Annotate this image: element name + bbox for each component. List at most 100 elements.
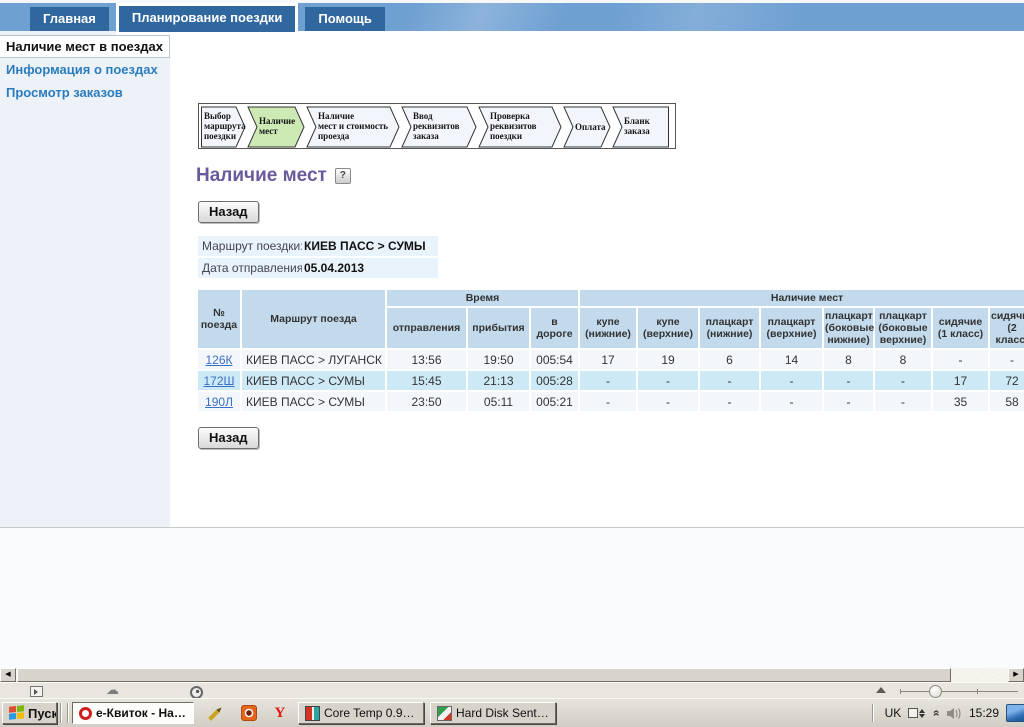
help-icon[interactable]: ?	[335, 168, 351, 184]
route-label: Маршрут поездки:	[198, 236, 302, 256]
wizard-step-label: Выбор	[204, 111, 231, 121]
seat-cell: 35	[933, 392, 988, 411]
route-cell: КИЕВ ПАСС > ЛУГАНСК	[242, 350, 385, 369]
network-monitor-icon[interactable]	[1006, 704, 1024, 722]
language-indicator[interactable]: UK	[885, 706, 902, 720]
seat-cell: -	[990, 350, 1024, 369]
train-link[interactable]: 126К	[205, 353, 232, 367]
seat-cell: -	[580, 371, 636, 390]
zoom-arrow-icon[interactable]	[876, 687, 886, 693]
time-cell: 19:50	[468, 350, 529, 369]
start-label: Пуск	[28, 706, 57, 721]
zoom-slider-track[interactable]	[900, 691, 1018, 692]
wizard-step-label: реквизитов	[413, 121, 460, 131]
route-cell: КИЕВ ПАСС > СУМЫ	[242, 371, 385, 390]
seat-cell: -	[761, 392, 822, 411]
wizard-step-label: Бланк	[624, 116, 651, 126]
yandex-y-icon[interactable]: Y	[274, 705, 285, 722]
browser-status-bar: ☁	[0, 682, 1024, 698]
wizard-step-label: маршрута	[204, 121, 246, 131]
wizard-step-label: Ввод	[413, 111, 433, 121]
eye-icon[interactable]	[241, 705, 257, 721]
seat-cell: -	[875, 371, 931, 390]
header-cell: Наличие мест	[580, 290, 1024, 306]
header-cell: купе (верхние)	[638, 308, 698, 348]
time-cell: 23:50	[387, 392, 466, 411]
seat-cell: -	[580, 392, 636, 411]
wizard-steps: ВыбормаршрутапоездкиНаличиеместНаличиеме…	[198, 103, 676, 149]
taskbar-separator[interactable]	[58, 703, 71, 723]
wizard-step-label: проезда	[318, 131, 350, 141]
wizard-step-label: заказа	[624, 126, 650, 136]
time-cell: 15:45	[387, 371, 466, 390]
route-cell: КИЕВ ПАСС > СУМЫ	[242, 392, 385, 411]
seat-cell: 14	[761, 350, 822, 369]
language-options-icon[interactable]	[908, 708, 925, 718]
header-cell: Маршрут поезда	[242, 290, 385, 348]
wizard-step-label: Оплата	[575, 122, 606, 132]
empty-page-area	[0, 527, 1024, 668]
table-row: 190ЛКИЕВ ПАСС > СУМЫ23:5005:11005:21----…	[198, 392, 1024, 411]
header-cell: плацкарт (боковые верхние)	[875, 308, 931, 348]
wizard-step-label: заказа	[413, 131, 439, 141]
seat-cell: -	[824, 392, 873, 411]
zoom-tick	[977, 689, 978, 694]
back-button-bottom[interactable]: Назад	[198, 427, 259, 449]
header-cell: купе (нижние)	[580, 308, 636, 348]
wizard-step-label: мест и стоимость	[318, 121, 388, 131]
wizard-step-label: Проверка	[490, 111, 530, 121]
train-no-cell: 190Л	[198, 392, 240, 411]
task-button-label: e-Квиток - Нал...	[96, 706, 187, 720]
zoom-slider-handle[interactable]	[929, 685, 942, 698]
header-cell: в дороге	[531, 308, 578, 348]
header-cell: сидячие (1 класс)	[933, 308, 988, 348]
tab-2[interactable]: Помощь	[305, 7, 384, 31]
tab-1[interactable]: Планирование поездки	[116, 3, 299, 35]
start-button[interactable]: Пуск	[2, 702, 57, 724]
route-value: КИЕВ ПАСС > СУМЫ	[302, 236, 438, 256]
sidebar-item-1[interactable]: Информация о поездах	[0, 58, 170, 81]
task-button-2[interactable]: Hard Disk Sentinel	[430, 702, 556, 724]
task-button-label: Core Temp 0.99.8	[324, 706, 417, 720]
header-cell: плацкарт (верхние)	[761, 308, 822, 348]
seat-cell: 6	[700, 350, 759, 369]
hdd-sentinel-icon	[437, 706, 452, 721]
pencil-icon[interactable]	[203, 701, 227, 725]
sidebar-item-2[interactable]: Просмотр заказов	[0, 81, 170, 104]
wizard-step-label: Наличие	[259, 116, 295, 126]
train-link[interactable]: 190Л	[205, 395, 233, 409]
back-button-top[interactable]: Назад	[198, 201, 259, 223]
cloud-icon[interactable]: ☁	[106, 682, 119, 698]
scroll-left-button[interactable]: ◀	[0, 668, 16, 682]
scrollbar-thumb[interactable]	[17, 668, 951, 682]
main-navbar: ГлавнаяПланирование поездкиПомощь	[0, 3, 1024, 31]
sidebar-item-0[interactable]: Наличие мест в поездах	[0, 35, 170, 58]
seat-cell: -	[875, 392, 931, 411]
task-button-0[interactable]: e-Квиток - Нал...	[72, 702, 194, 724]
wizard-step-label: поездки	[490, 131, 522, 141]
windows-logo-icon	[9, 705, 24, 721]
wizard-step-label: реквизитов	[490, 121, 537, 131]
volume-icon[interactable]	[946, 707, 962, 720]
screen: ГлавнаяПланирование поездкиПомощь Наличи…	[0, 0, 1024, 727]
horizontal-scrollbar[interactable]: ◀ ▶	[0, 668, 1024, 682]
seat-cell: -	[638, 371, 698, 390]
seat-cell: -	[933, 350, 988, 369]
scroll-right-button[interactable]: ▶	[1008, 668, 1024, 682]
tray-separator	[872, 704, 874, 722]
seat-cell: 17	[933, 371, 988, 390]
date-value: 05.04.2013	[302, 258, 438, 278]
opera-icon	[79, 707, 92, 720]
panel-toggle-icon[interactable]	[30, 686, 43, 697]
hide-icons-chevron-icon[interactable]: »	[929, 710, 943, 717]
tab-0[interactable]: Главная	[30, 7, 109, 31]
seat-cell: 72	[990, 371, 1024, 390]
main-content: ВыбормаршрутапоездкиНаличиеместНаличиеме…	[170, 31, 1024, 527]
train-link[interactable]: 172Ш	[203, 374, 234, 388]
clock[interactable]: 15:29	[969, 706, 999, 720]
task-buttons: e-Квиток - Нал... Y Core Temp 0.99.8 Hard D…	[72, 702, 556, 724]
task-button-1[interactable]: Core Temp 0.99.8	[298, 702, 424, 724]
wizard-step-label: поездки	[204, 131, 236, 141]
task-button-label: Hard Disk Sentinel	[456, 706, 549, 720]
header-cell: № поезда	[198, 290, 240, 348]
